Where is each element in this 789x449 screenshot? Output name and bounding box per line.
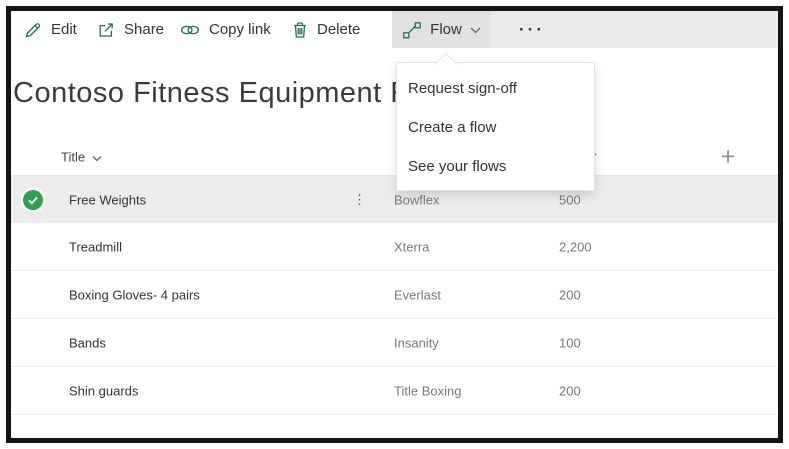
- row-price: 100: [559, 335, 581, 350]
- row-price: 500: [559, 192, 581, 207]
- overflow-menu-button[interactable]: ···: [509, 11, 555, 48]
- chevron-down-icon: [470, 21, 481, 38]
- flow-icon: [402, 21, 422, 39]
- flow-label: Flow: [430, 21, 462, 38]
- table-row[interactable]: Bands Insanity 100: [11, 319, 778, 367]
- page-title: Contoso Fitness Equipment Re: [13, 77, 428, 110]
- flow-button[interactable]: Flow: [392, 11, 491, 48]
- row-brand: Insanity: [394, 335, 439, 350]
- row-brand: Bowflex: [394, 192, 440, 207]
- column-header-title[interactable]: Title: [61, 150, 102, 165]
- row-selected-check-icon[interactable]: [23, 190, 43, 210]
- row-brand: Everlast: [394, 287, 441, 302]
- list-table: Title + Free Weights ⋮ Bowflex 500: [11, 139, 778, 415]
- edit-pencil-icon: [24, 21, 42, 39]
- row-title: Free Weights: [69, 192, 146, 207]
- row-title: Shin guards: [69, 383, 138, 398]
- share-label: Share: [124, 21, 164, 38]
- row-more-options-icon[interactable]: ⋮: [353, 192, 366, 208]
- edit-label: Edit: [51, 21, 77, 38]
- row-price: 2,200: [559, 239, 592, 254]
- copy-link-icon: [180, 23, 200, 37]
- row-brand: Xterra: [394, 239, 429, 254]
- copy-link-button[interactable]: Copy link: [180, 11, 271, 48]
- command-bar: Edit Share Copy link Delete: [11, 11, 778, 48]
- copy-link-label: Copy link: [209, 21, 271, 38]
- table-row[interactable]: Free Weights ⋮ Bowflex 500: [11, 176, 778, 223]
- share-icon: [97, 21, 115, 39]
- share-button[interactable]: Share: [97, 11, 164, 48]
- chevron-down-icon: [92, 150, 102, 165]
- add-column-button[interactable]: +: [714, 145, 742, 170]
- row-price: 200: [559, 287, 581, 302]
- flow-dropdown-menu: Request sign-off Create a flow See your …: [396, 62, 595, 191]
- screenshot-canvas: Edit Share Copy link Delete: [0, 0, 789, 449]
- row-title: Treadmill: [69, 239, 122, 254]
- row-title: Boxing Gloves- 4 pairs: [69, 287, 200, 302]
- menu-item-create-a-flow[interactable]: Create a flow: [397, 108, 594, 147]
- menu-item-request-sign-off[interactable]: Request sign-off: [397, 69, 594, 108]
- edit-button[interactable]: Edit: [24, 11, 77, 48]
- row-price: 200: [559, 383, 581, 398]
- overflow-ellipsis-icon: ···: [519, 20, 545, 40]
- window-frame: Edit Share Copy link Delete: [6, 6, 783, 443]
- delete-button[interactable]: Delete: [292, 11, 360, 48]
- column-header-title-label: Title: [61, 150, 85, 165]
- delete-label: Delete: [317, 21, 360, 38]
- delete-trash-icon: [292, 21, 308, 39]
- table-header-row: Title +: [11, 139, 778, 176]
- menu-item-see-your-flows[interactable]: See your flows: [397, 147, 594, 186]
- row-title: Bands: [69, 335, 106, 350]
- table-row[interactable]: Shin guards Title Boxing 200: [11, 367, 778, 415]
- table-row[interactable]: Treadmill Xterra 2,200: [11, 223, 778, 271]
- row-brand: Title Boxing: [394, 383, 461, 398]
- table-row[interactable]: Boxing Gloves- 4 pairs Everlast 200: [11, 271, 778, 319]
